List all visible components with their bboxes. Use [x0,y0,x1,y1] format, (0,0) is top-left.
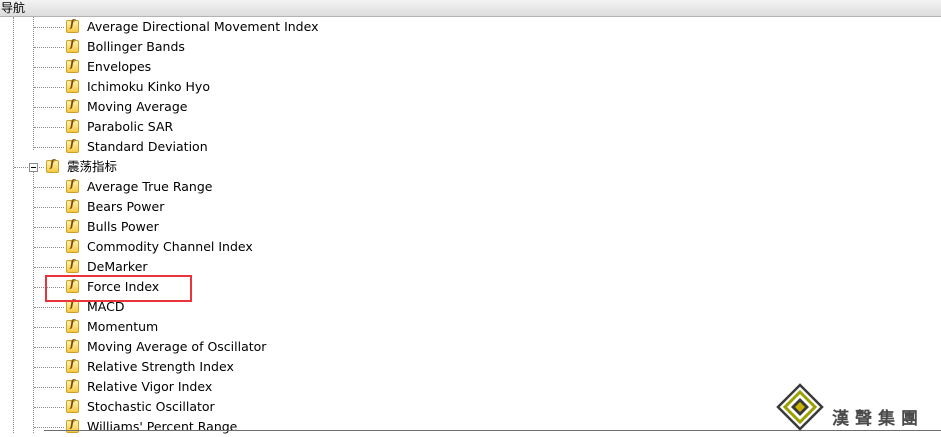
tree-item-label: Envelopes [87,59,152,74]
function-icon [66,379,79,393]
function-icon [66,139,79,153]
tree-connector [34,427,64,428]
function-icon [66,79,79,93]
function-icon [66,59,79,73]
watermark-logo: 漢聲集團 [776,383,936,433]
tree-connector [34,307,64,308]
navigator-header: 导航 [0,0,941,17]
function-icon [66,359,79,373]
function-icon [66,399,79,413]
tree-item-label: Moving Average [87,99,188,114]
tree-item-label: Williams' Percent Range [87,419,238,434]
tree-connector [34,407,64,408]
tree-item-label: Average Directional Movement Index [87,19,319,34]
tree-guide-trend [33,17,34,150]
tree-connector [34,87,64,88]
tree-item-label: DeMarker [87,259,148,274]
tree-connector [34,247,64,248]
watermark-text: 漢聲集團 [832,409,924,429]
function-icon [66,239,79,253]
tree-item-label: Standard Deviation [87,139,208,154]
function-icon [66,119,79,133]
function-icon [66,19,79,33]
tree-item-label: Ichimoku Kinko Hyo [87,79,210,94]
tree-connector [34,127,64,128]
tree-folder-label: 震荡指标 [67,159,118,174]
tree-guide-oscillators [33,169,34,433]
tree-connector [34,147,64,148]
tree-item-label: Parabolic SAR [87,119,174,134]
tree-item-label: Moving Average of Oscillator [87,339,267,354]
function-icon [66,339,79,353]
tree-connector [34,67,64,68]
tree-item-label: Average True Range [87,179,213,194]
tree-connector [34,107,64,108]
function-icon [66,219,79,233]
collapse-toggle[interactable] [29,163,38,172]
tree-item-label: Bulls Power [87,219,159,234]
tree-item-label: Bears Power [87,199,165,214]
tree-connector [34,387,64,388]
tree-item-label: Momentum [87,319,159,334]
tree-connector [34,187,64,188]
function-icon [66,199,79,213]
function-icon [66,319,79,333]
tree-connector [34,207,64,208]
navigator-title: 导航 [1,1,26,15]
function-icon [66,39,79,53]
tree-connector [34,347,64,348]
tree-item-label: Bollinger Bands [87,39,185,54]
tree-item-label: Stochastic Oscillator [87,399,215,414]
tree-connector [34,367,64,368]
tree-connector [34,227,64,228]
tree-item-label: Relative Strength Index [87,359,234,374]
function-icon [46,159,59,173]
tree-connector [34,267,64,268]
tree-connector [34,27,64,28]
tree-connector [34,47,64,48]
tree-connector [34,327,64,328]
function-icon [66,179,79,193]
diamond-logo-icon [776,383,824,431]
navigator-tree[interactable]: Average Directional Movement Index Bolli… [0,17,941,434]
function-icon [66,99,79,113]
highlight-box [45,275,192,302]
tree-item-label: Relative Vigor Index [87,379,213,394]
tree-guide-root [13,17,14,433]
function-icon [66,259,79,273]
tree-item-label: Commodity Channel Index [87,239,253,254]
